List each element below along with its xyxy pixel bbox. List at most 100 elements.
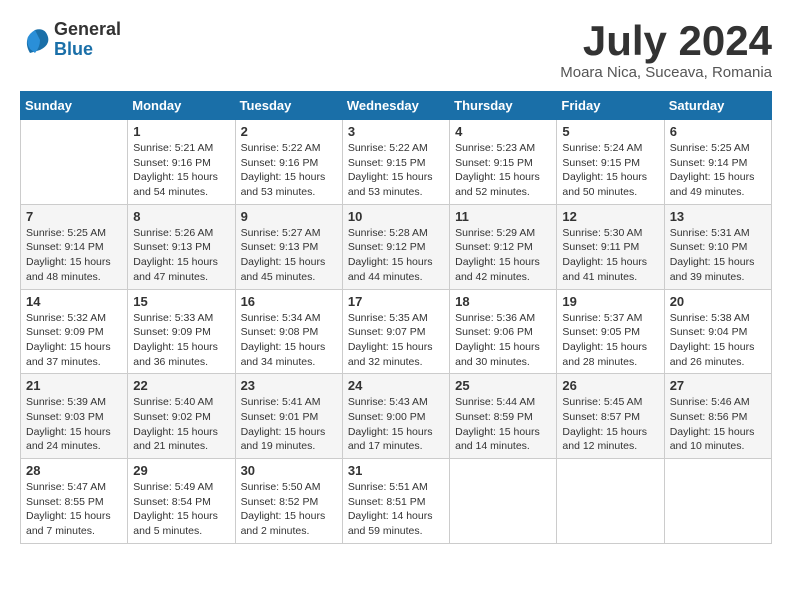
calendar-cell: 15Sunrise: 5:33 AM Sunset: 9:09 PM Dayli…: [128, 289, 235, 374]
day-number: 13: [670, 209, 766, 224]
day-number: 25: [455, 378, 551, 393]
day-number: 17: [348, 294, 444, 309]
calendar-week-row: 21 Sunrise: 5:39 AM Sunset: 9:03 PM Dayli…: [21, 374, 772, 459]
calendar-cell: 21 Sunrise: 5:39 AM Sunset: 9:03 PM Dayli…: [21, 374, 128, 459]
calendar-week-row: 14 Sunrise: 5:32 AM Sunset: 9:09 PM Dayli…: [21, 289, 772, 374]
day-number: 19: [562, 294, 658, 309]
day-number: 27: [670, 378, 766, 393]
calendar-cell: 4 Sunrise: 5:23 AM Sunset: 9:15 PM Daylig…: [450, 120, 557, 205]
day-number: 29: [133, 463, 229, 478]
day-info: Sunrise: 5:44 AM Sunset: 8:59 PM Dayligh…: [455, 395, 551, 454]
logo: General Blue: [20, 20, 121, 60]
calendar-cell: 28 Sunrise: 5:47 AM Sunset: 8:55 PM Dayli…: [21, 459, 128, 544]
calendar-cell: 17Sunrise: 5:35 AM Sunset: 9:07 PM Dayli…: [342, 289, 449, 374]
day-info: Sunrise: 5:23 AM Sunset: 9:15 PM Dayligh…: [455, 141, 551, 200]
day-number: 5: [562, 124, 658, 139]
day-number: 21: [26, 378, 122, 393]
page-header: General Blue July 2024 Moara Nica, Sucea…: [20, 20, 772, 81]
day-number: 4: [455, 124, 551, 139]
day-info: Sunrise: 5:41 AM Sunset: 9:01 PM Dayligh…: [241, 395, 337, 454]
column-header-wednesday: Wednesday: [342, 92, 449, 120]
calendar-week-row: 7 Sunrise: 5:25 AM Sunset: 9:14 PM Daylig…: [21, 204, 772, 289]
calendar-header-row: SundayMondayTuesdayWednesdayThursdayFrid…: [21, 92, 772, 120]
day-number: 7: [26, 209, 122, 224]
calendar-cell: 30 Sunrise: 5:50 AM Sunset: 8:52 PM Dayli…: [235, 459, 342, 544]
day-info: Sunrise: 5:22 AM Sunset: 9:15 PM Dayligh…: [348, 141, 444, 200]
day-info: Sunrise: 5:46 AM Sunset: 8:56 PM Dayligh…: [670, 395, 766, 454]
calendar-cell: 1 Sunrise: 5:21 AM Sunset: 9:16 PM Daylig…: [128, 120, 235, 205]
calendar-cell: 16Sunrise: 5:34 AM Sunset: 9:08 PM Dayli…: [235, 289, 342, 374]
logo-icon: [20, 25, 50, 55]
day-info: Sunrise: 5:37 AM Sunset: 9:05 PM Dayligh…: [562, 311, 658, 370]
day-info: Sunrise: 5:40 AM Sunset: 9:02 PM Dayligh…: [133, 395, 229, 454]
day-number: 31: [348, 463, 444, 478]
calendar-cell: 8Sunrise: 5:26 AM Sunset: 9:13 PM Daylig…: [128, 204, 235, 289]
day-info: Sunrise: 5:32 AM Sunset: 9:09 PM Dayligh…: [26, 311, 122, 370]
day-info: Sunrise: 5:25 AM Sunset: 9:14 PM Dayligh…: [26, 226, 122, 285]
calendar-cell: 25 Sunrise: 5:44 AM Sunset: 8:59 PM Dayli…: [450, 374, 557, 459]
day-number: 1: [133, 124, 229, 139]
day-number: 28: [26, 463, 122, 478]
day-info: Sunrise: 5:38 AM Sunset: 9:04 PM Dayligh…: [670, 311, 766, 370]
calendar-cell: 12 Sunrise: 5:30 AM Sunset: 9:11 PM Dayli…: [557, 204, 664, 289]
location: Moara Nica, Suceava, Romania: [560, 64, 772, 81]
day-info: Sunrise: 5:31 AM Sunset: 9:10 PM Dayligh…: [670, 226, 766, 285]
day-info: Sunrise: 5:30 AM Sunset: 9:11 PM Dayligh…: [562, 226, 658, 285]
day-number: 8: [133, 209, 229, 224]
calendar-cell: 3 Sunrise: 5:22 AM Sunset: 9:15 PM Daylig…: [342, 120, 449, 205]
day-info: Sunrise: 5:27 AM Sunset: 9:13 PM Dayligh…: [241, 226, 337, 285]
column-header-monday: Monday: [128, 92, 235, 120]
calendar-cell: [21, 120, 128, 205]
day-number: 3: [348, 124, 444, 139]
day-info: Sunrise: 5:50 AM Sunset: 8:52 PM Dayligh…: [241, 480, 337, 539]
calendar-cell: [450, 459, 557, 544]
day-number: 10: [348, 209, 444, 224]
day-info: Sunrise: 5:29 AM Sunset: 9:12 PM Dayligh…: [455, 226, 551, 285]
calendar-cell: 29 Sunrise: 5:49 AM Sunset: 8:54 PM Dayli…: [128, 459, 235, 544]
day-number: 2: [241, 124, 337, 139]
title-block: July 2024 Moara Nica, Suceava, Romania: [560, 20, 772, 81]
day-number: 26: [562, 378, 658, 393]
calendar-cell: 23 Sunrise: 5:41 AM Sunset: 9:01 PM Dayli…: [235, 374, 342, 459]
calendar-cell: 18Sunrise: 5:36 AM Sunset: 9:06 PM Dayli…: [450, 289, 557, 374]
calendar-cell: 14 Sunrise: 5:32 AM Sunset: 9:09 PM Dayli…: [21, 289, 128, 374]
day-info: Sunrise: 5:39 AM Sunset: 9:03 PM Dayligh…: [26, 395, 122, 454]
day-number: 24: [348, 378, 444, 393]
logo-text: General Blue: [54, 20, 121, 60]
day-number: 18: [455, 294, 551, 309]
day-number: 9: [241, 209, 337, 224]
day-number: 30: [241, 463, 337, 478]
calendar-cell: 27 Sunrise: 5:46 AM Sunset: 8:56 PM Dayli…: [664, 374, 771, 459]
calendar-week-row: 1 Sunrise: 5:21 AM Sunset: 9:16 PM Daylig…: [21, 120, 772, 205]
day-info: Sunrise: 5:47 AM Sunset: 8:55 PM Dayligh…: [26, 480, 122, 539]
day-number: 11: [455, 209, 551, 224]
calendar-cell: 13 Sunrise: 5:31 AM Sunset: 9:10 PM Dayli…: [664, 204, 771, 289]
calendar-table: SundayMondayTuesdayWednesdayThursdayFrid…: [20, 91, 772, 544]
column-header-friday: Friday: [557, 92, 664, 120]
day-info: Sunrise: 5:21 AM Sunset: 9:16 PM Dayligh…: [133, 141, 229, 200]
day-number: 16: [241, 294, 337, 309]
day-info: Sunrise: 5:49 AM Sunset: 8:54 PM Dayligh…: [133, 480, 229, 539]
logo-blue: Blue: [54, 40, 121, 60]
calendar-cell: 22 Sunrise: 5:40 AM Sunset: 9:02 PM Dayli…: [128, 374, 235, 459]
calendar-cell: 20Sunrise: 5:38 AM Sunset: 9:04 PM Dayli…: [664, 289, 771, 374]
calendar-cell: 24 Sunrise: 5:43 AM Sunset: 9:00 PM Dayli…: [342, 374, 449, 459]
day-info: Sunrise: 5:51 AM Sunset: 8:51 PM Dayligh…: [348, 480, 444, 539]
day-info: Sunrise: 5:24 AM Sunset: 9:15 PM Dayligh…: [562, 141, 658, 200]
calendar-cell: 6Sunrise: 5:25 AM Sunset: 9:14 PM Daylig…: [664, 120, 771, 205]
column-header-sunday: Sunday: [21, 92, 128, 120]
day-number: 12: [562, 209, 658, 224]
day-number: 23: [241, 378, 337, 393]
calendar-cell: 5 Sunrise: 5:24 AM Sunset: 9:15 PM Daylig…: [557, 120, 664, 205]
day-info: Sunrise: 5:43 AM Sunset: 9:00 PM Dayligh…: [348, 395, 444, 454]
day-number: 6: [670, 124, 766, 139]
day-number: 22: [133, 378, 229, 393]
calendar-week-row: 28 Sunrise: 5:47 AM Sunset: 8:55 PM Dayli…: [21, 459, 772, 544]
day-info: Sunrise: 5:33 AM Sunset: 9:09 PM Dayligh…: [133, 311, 229, 370]
column-header-thursday: Thursday: [450, 92, 557, 120]
calendar-cell: 31 Sunrise: 5:51 AM Sunset: 8:51 PM Dayli…: [342, 459, 449, 544]
day-info: Sunrise: 5:45 AM Sunset: 8:57 PM Dayligh…: [562, 395, 658, 454]
column-header-saturday: Saturday: [664, 92, 771, 120]
calendar-cell: 19 Sunrise: 5:37 AM Sunset: 9:05 PM Dayli…: [557, 289, 664, 374]
day-number: 14: [26, 294, 122, 309]
